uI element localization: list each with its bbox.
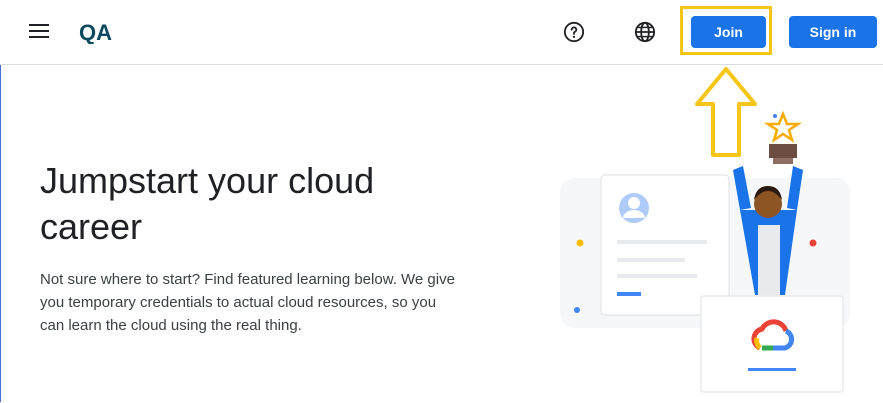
red-dot xyxy=(809,239,817,247)
globe-icon[interactable] xyxy=(634,21,656,43)
blue-dot xyxy=(574,307,580,313)
help-icon[interactable] xyxy=(563,21,585,43)
star-icon xyxy=(763,110,803,143)
sign-in-button[interactable]: Sign in xyxy=(789,16,877,48)
yellow-dot xyxy=(576,239,584,247)
google-cloud-card xyxy=(700,295,844,393)
qa-logo[interactable]: QA xyxy=(79,20,115,44)
hero-description: Not sure where to start? Find featured l… xyxy=(40,271,455,334)
page-title: Jumpstart your cloud career xyxy=(40,160,375,247)
join-highlight-box xyxy=(680,6,772,55)
cloud-career-illustration xyxy=(560,110,850,393)
top-navigation-bar: QA Join Sign in xyxy=(0,0,883,65)
logo-text: QA xyxy=(79,20,112,44)
trophy xyxy=(769,144,797,158)
menu-icon[interactable] xyxy=(29,24,49,40)
small-blue-dot xyxy=(773,114,777,118)
